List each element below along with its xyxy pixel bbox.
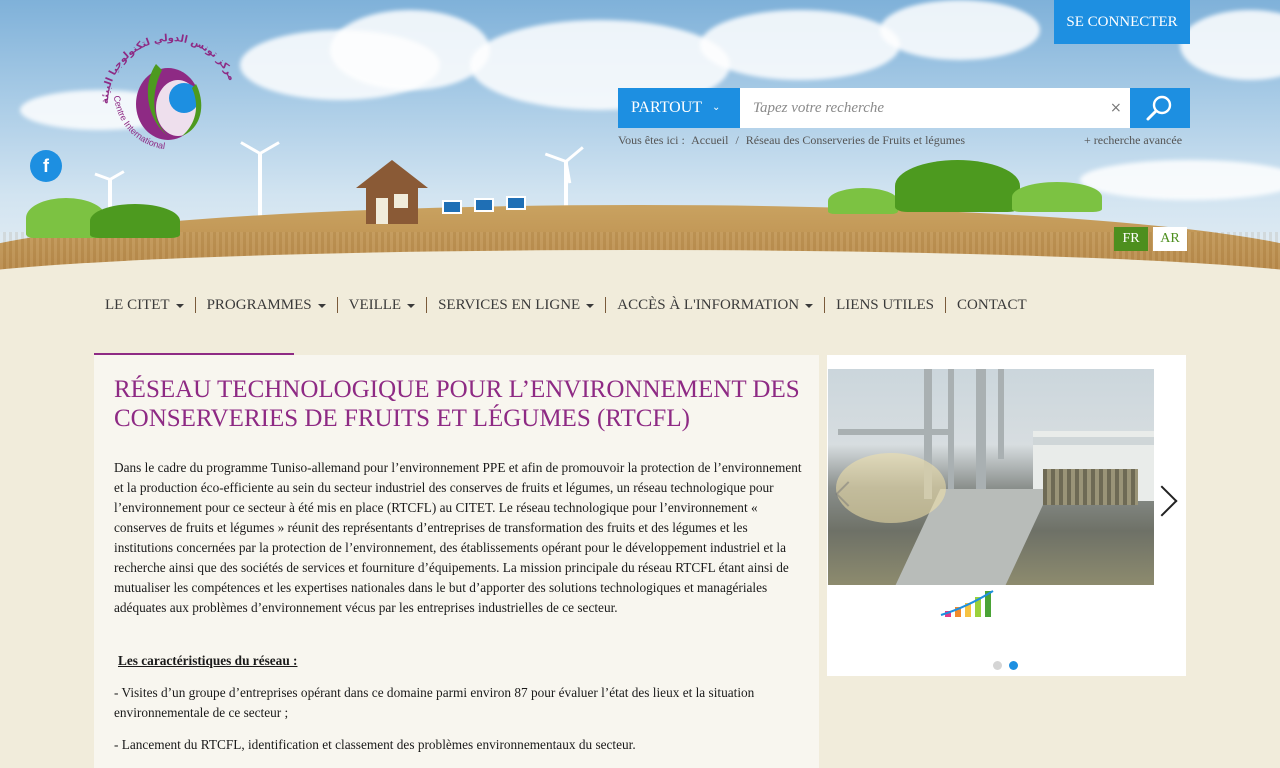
nav-item-programmes[interactable]: PROGRAMMES xyxy=(196,297,338,313)
login-button[interactable]: SE CONNECTER xyxy=(1054,0,1190,44)
nav-item-le-citet[interactable]: LE CITET xyxy=(94,297,196,313)
language-fr-button[interactable]: FR xyxy=(1114,227,1148,251)
facebook-icon[interactable]: f xyxy=(30,150,62,182)
citet-logo[interactable]: مركز تونس الدولي لتكنولوجيا البيئة Centr… xyxy=(96,24,246,174)
main-nav: LE CITET PROGRAMMES VEILLE SERVICES EN L… xyxy=(94,294,1038,316)
nav-item-contact[interactable]: CONTACT xyxy=(946,297,1038,313)
solar-panel-icon xyxy=(506,196,526,210)
caret-down-icon xyxy=(805,303,814,308)
caret-down-icon xyxy=(317,303,326,308)
nav-item-veille[interactable]: VEILLE xyxy=(338,297,428,313)
solar-panel-icon xyxy=(442,200,462,214)
search-scope-label: PARTOUT xyxy=(631,99,703,116)
slider-dot[interactable] xyxy=(993,661,1002,670)
nav-item-acces-information[interactable]: ACCÈS À L'INFORMATION xyxy=(606,297,826,313)
section-heading: Les caractéristiques du réseau : xyxy=(118,653,298,668)
chevron-down-icon: ⌄ xyxy=(712,102,721,113)
caret-down-icon xyxy=(175,303,184,308)
breadcrumb-current: Réseau des Conserveries de Fruits et lég… xyxy=(745,133,966,147)
list-item: - Visites d’un groupe d’entreprises opér… xyxy=(114,685,755,720)
nav-item-liens-utiles[interactable]: LIENS UTILES xyxy=(825,297,947,313)
search-icon xyxy=(1146,95,1172,121)
search-input[interactable] xyxy=(740,88,1102,128)
language-ar-button[interactable]: AR xyxy=(1153,227,1187,251)
house-icon xyxy=(356,160,428,226)
slider-dot-active[interactable] xyxy=(1009,661,1018,670)
article-paragraph: Dans le cadre du programme Tuniso-allema… xyxy=(114,460,802,615)
advanced-search-link[interactable]: + recherche avancée xyxy=(1084,133,1182,148)
growth-chart-graphic xyxy=(940,590,994,617)
list-item: - Lancement du RTCFL, identification et … xyxy=(114,737,636,752)
solar-panel-icon xyxy=(474,198,494,212)
search-scope-dropdown[interactable]: PARTOUT ⌄ xyxy=(618,88,740,128)
caret-down-icon xyxy=(407,303,416,308)
breadcrumb: Vous êtes ici : Accueil / Réseau des Con… xyxy=(618,133,969,148)
clear-icon[interactable]: × xyxy=(1110,88,1126,128)
logo-emblem-icon: مركز تونس الدولي لتكنولوجيا البيئة Centr… xyxy=(100,33,237,151)
nav-item-services-en-ligne[interactable]: SERVICES EN LIGNE xyxy=(427,297,607,313)
page-title: RÉSEAU TECHNOLOGIQUE POUR L’ENVIRONNEMEN… xyxy=(114,376,800,432)
breadcrumb-separator: / xyxy=(735,133,739,147)
article: RÉSEAU TECHNOLOGIQUE POUR L’ENVIRONNEMEN… xyxy=(94,355,819,768)
caret-down-icon xyxy=(586,303,595,308)
search-field: × xyxy=(740,88,1130,128)
slide-image[interactable] xyxy=(828,369,1154,585)
breadcrumb-home-link[interactable]: Accueil xyxy=(691,133,728,147)
breadcrumb-prefix: Vous êtes ici : xyxy=(618,133,685,147)
image-slider xyxy=(827,355,1186,676)
search-button[interactable] xyxy=(1130,88,1190,128)
